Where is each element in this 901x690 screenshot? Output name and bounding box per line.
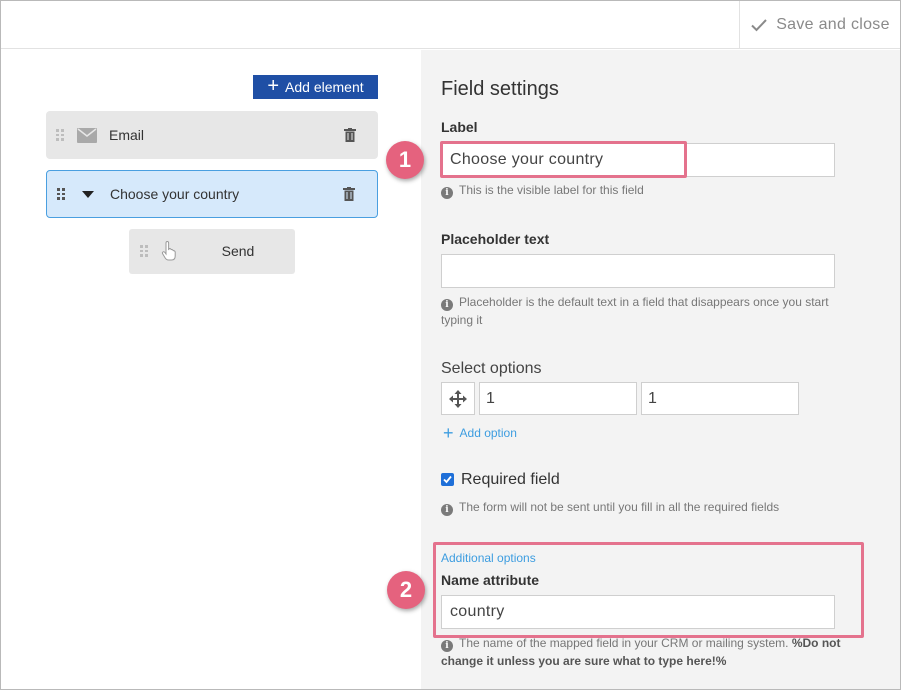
add-element-button[interactable]: + Add element <box>253 75 378 99</box>
annotation-badge-2: 2 <box>387 571 425 609</box>
panel-title: Field settings <box>441 78 559 100</box>
add-option-link[interactable]: + Add option <box>443 423 517 443</box>
info-icon: i <box>441 299 453 311</box>
dropdown-caret-icon <box>82 190 94 198</box>
send-label: Send <box>221 243 255 259</box>
form-element-country-select[interactable]: Choose your country <box>46 170 378 218</box>
label-heading: Label <box>441 119 478 135</box>
element-label: Email <box>109 127 145 143</box>
drag-handle-icon[interactable] <box>57 188 65 200</box>
info-icon: i <box>441 640 453 652</box>
check-icon <box>443 475 452 484</box>
add-element-label: Add element <box>285 79 364 95</box>
info-icon: i <box>441 504 453 516</box>
option-value-input[interactable]: 1 <box>479 382 637 415</box>
move-arrows-icon <box>449 389 467 408</box>
move-option-handle[interactable] <box>441 382 475 415</box>
placeholder-hint: i Placeholder is the default text in a fi… <box>441 295 829 327</box>
label-hint: i This is the visible label for this fiel… <box>441 181 841 199</box>
annotation-badge-1: 1 <box>386 141 424 179</box>
info-icon: i <box>441 187 453 199</box>
plus-icon: + <box>443 423 454 443</box>
highlight-box-label <box>440 141 687 178</box>
name-attribute-hint: i The name of the mapped field in your CR… <box>441 636 841 668</box>
trash-icon[interactable] <box>344 128 356 142</box>
required-label: Required field <box>461 471 560 488</box>
placeholder-heading: Placeholder text <box>441 231 550 247</box>
option-label-input[interactable]: 1 <box>641 382 799 415</box>
top-bar: Save and close <box>1 1 900 49</box>
save-and-close-label: Save and close <box>776 16 890 33</box>
form-element-email[interactable]: Email <box>46 111 378 159</box>
form-element-send-button[interactable]: Send <box>129 229 295 274</box>
highlight-box-name-attribute <box>433 542 864 638</box>
select-options-title: Select options <box>441 360 542 377</box>
element-label: Choose your country <box>110 186 240 202</box>
form-elements-panel: + Add element Email Choose your country … <box>1 50 421 689</box>
drag-handle-icon[interactable] <box>56 129 64 141</box>
required-hint: i The form will not be sent until you fil… <box>441 498 841 516</box>
plus-icon: + <box>267 75 280 97</box>
placeholder-input[interactable] <box>441 254 835 288</box>
checkmark-icon <box>751 19 767 32</box>
required-checkbox[interactable] <box>441 473 454 486</box>
save-and-close-button[interactable]: Save and close <box>739 1 900 49</box>
trash-icon[interactable] <box>343 187 355 201</box>
envelope-icon <box>77 127 97 143</box>
